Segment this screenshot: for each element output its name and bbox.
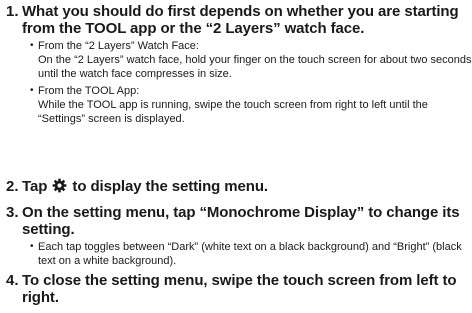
step-2: 2. Tap to display the setting menu. (0, 178, 472, 195)
bullet-text: On the “2 Layers” watch face, hold your … (38, 54, 472, 80)
step-3: 3. On the setting menu, tap “Monochrome … (0, 204, 472, 268)
step-number: 3. (6, 204, 19, 221)
step-heading: To close the setting menu, swipe the tou… (22, 272, 457, 306)
step-4: 4. To close the setting menu, swipe the … (0, 272, 472, 306)
bullet-title: From the “2 Layers” Watch Face: (38, 40, 199, 52)
step-heading: Tap to display the setting menu. (22, 178, 472, 195)
heading-part: to display the setting menu. (72, 178, 268, 195)
step-1: 1. What you should do first depends on w… (0, 3, 472, 126)
step-number: 1. (6, 3, 19, 20)
bullet-toggle-note: Each tap toggles between “Dark” (white t… (30, 240, 472, 268)
step-heading: What you should do first depends on whet… (22, 3, 459, 37)
bullet-watch-face: From the “2 Layers” Watch Face: On the “… (30, 39, 472, 81)
bullet-text: While the TOOL app is running, swipe the… (38, 99, 428, 125)
step-bullets: Each tap toggles between “Dark” (white t… (30, 240, 472, 268)
step-heading: On the setting menu, tap “Monochrome Dis… (22, 204, 460, 238)
step-number: 4. (6, 272, 19, 289)
bullet-text: Each tap toggles between “Dark” (white t… (38, 241, 462, 267)
step-number: 2. (6, 178, 19, 195)
step-bullets: From the “2 Layers” Watch Face: On the “… (30, 39, 472, 126)
bullet-title: From the TOOL App: (38, 85, 140, 97)
bullet-tool-app: From the TOOL App: While the TOOL app is… (30, 84, 472, 126)
heading-part: Tap (22, 178, 48, 195)
instruction-page: 1. What you should do first depends on w… (0, 0, 472, 313)
gear-icon (52, 178, 67, 193)
